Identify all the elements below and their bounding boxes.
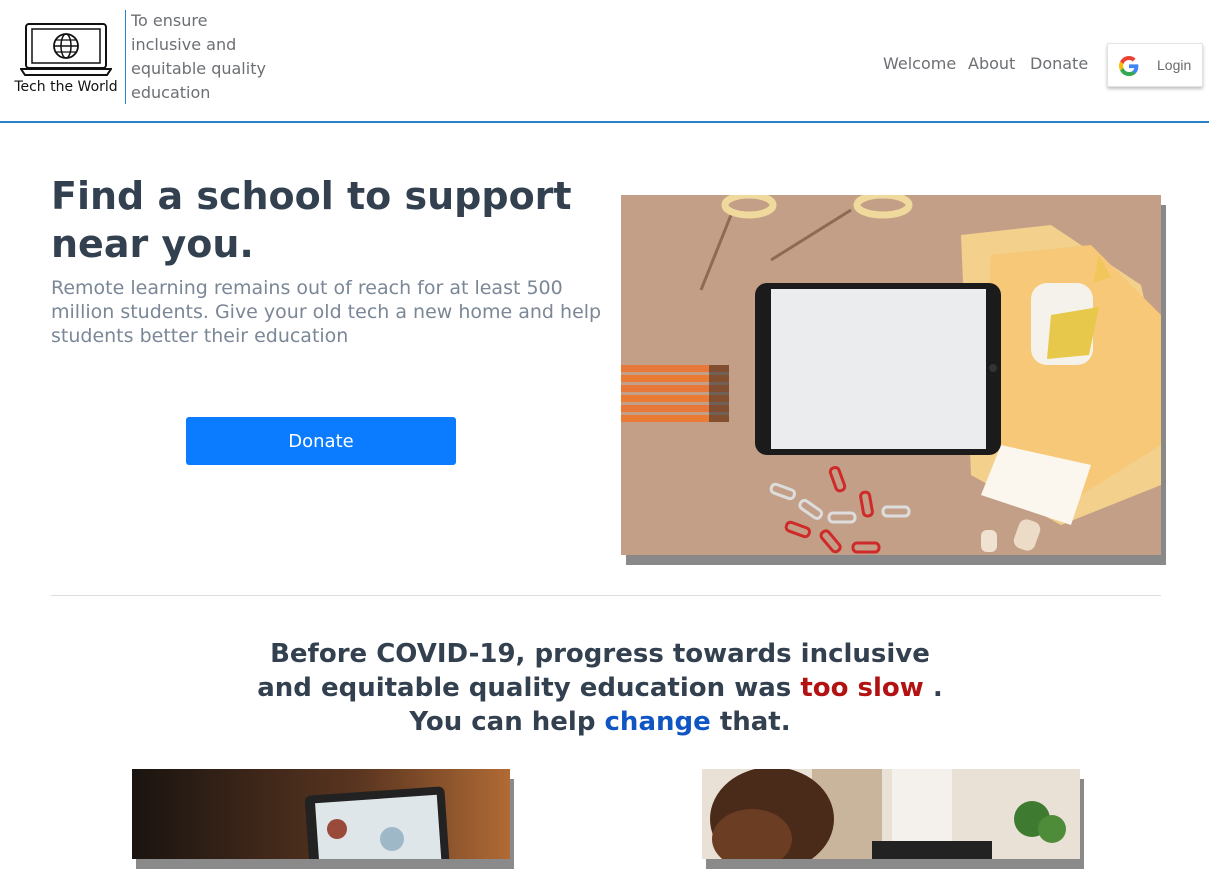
site-header: Tech the World To ensure inclusive and e… xyxy=(0,0,1209,123)
mission-statement: Before COVID-19, progress towards inclus… xyxy=(200,637,1000,739)
change-highlight: change xyxy=(604,707,711,737)
hero-image xyxy=(621,195,1161,555)
mission-line-3-text: You can help xyxy=(409,707,596,737)
mission-line-2-period: . xyxy=(932,673,943,703)
donate-button[interactable]: Donate xyxy=(186,417,456,465)
mission-line-2-text: and equitable quality education was xyxy=(257,673,792,703)
nav-welcome[interactable]: Welcome xyxy=(883,54,956,76)
tagline: To ensure inclusive and equitable qualit… xyxy=(131,11,266,102)
hero-title: Find a school to support near you. xyxy=(51,174,572,266)
logo-text: Tech the World xyxy=(14,79,118,95)
section-divider xyxy=(51,595,1161,596)
google-login-button[interactable]: Login xyxy=(1107,43,1203,87)
card-1-image xyxy=(132,769,510,859)
google-icon xyxy=(1119,56,1139,76)
desk-tablet-illustration xyxy=(621,195,1161,555)
mission-line-3-end: that. xyxy=(719,707,791,737)
hero-subtitle: Remote learning remains out of reach for… xyxy=(51,277,602,347)
mission-line-2: and equitable quality education was too … xyxy=(200,671,1000,705)
header-divider xyxy=(125,10,126,104)
laptop-globe-logo-icon xyxy=(20,23,112,76)
login-label: Login xyxy=(1157,57,1192,73)
nav-about[interactable]: About xyxy=(968,54,1015,76)
card-2-image xyxy=(702,769,1080,859)
site-logo[interactable]: Tech the World xyxy=(12,22,120,100)
nav-donate[interactable]: Donate xyxy=(1030,54,1088,76)
mission-line-1: Before COVID-19, progress towards inclus… xyxy=(270,639,930,669)
mission-line-3: You can help change that. xyxy=(200,705,1000,739)
too-slow-highlight: too slow xyxy=(800,673,924,703)
